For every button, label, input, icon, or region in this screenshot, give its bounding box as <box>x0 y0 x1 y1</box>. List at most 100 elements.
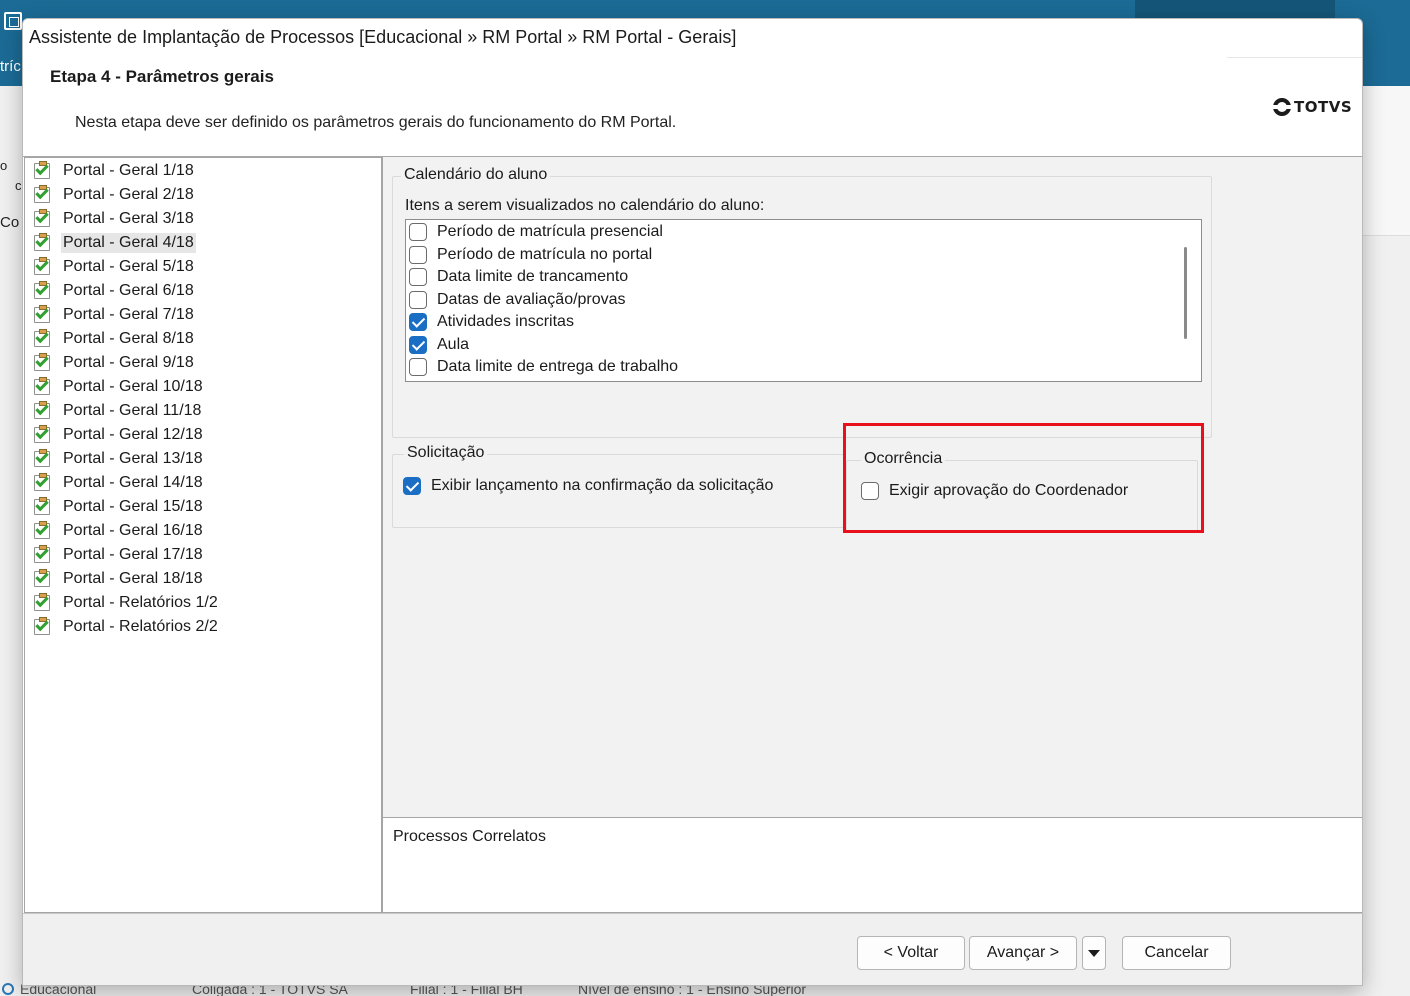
calendar-item[interactable]: Período de matrícula presencial <box>409 221 663 243</box>
step-item-label: Portal - Relatórios 1/2 <box>63 594 218 611</box>
checklist-icon <box>33 593 51 612</box>
back-button[interactable]: < Voltar <box>857 936 965 970</box>
calendar-item-label: Aula <box>437 335 470 353</box>
dialog-title: Assistente de Implantação de Processos [… <box>29 27 737 47</box>
exibir-lancamento-checkbox[interactable] <box>403 477 421 495</box>
step-title: Etapa 4 - Parâmetros gerais <box>50 67 274 86</box>
calendar-item[interactable]: Data limite de entrega de trabalho <box>409 356 678 378</box>
checklist-icon <box>33 401 51 420</box>
step-item[interactable]: Portal - Geral 15/18 <box>33 496 205 518</box>
checklist-icon <box>33 257 51 276</box>
calendar-item[interactable]: Período de matrícula no portal <box>409 244 652 266</box>
step-item-label: Portal - Geral 2/18 <box>63 186 194 203</box>
next-button[interactable]: Avançar > <box>969 936 1077 970</box>
wizard-dialog: Assistente de Implantação de Processos [… <box>22 18 1363 986</box>
step-item[interactable]: Portal - Geral 11/18 <box>33 400 203 422</box>
step-item[interactable]: Portal - Geral 9/18 <box>33 352 196 374</box>
checklist-icon <box>33 329 51 348</box>
calendar-item-label: Período de matrícula presencial <box>437 223 663 240</box>
step-item-label: Portal - Geral 16/18 <box>63 522 203 539</box>
checklist-icon <box>33 545 51 564</box>
calendar-item-checkbox[interactable] <box>409 268 427 286</box>
checklist-icon <box>33 353 51 372</box>
step-item-label: Portal - Geral 5/18 <box>63 258 194 275</box>
cancel-button[interactable]: Cancelar <box>1122 936 1231 970</box>
dialog-footer: < Voltar Avançar > Cancelar <box>23 913 1362 985</box>
checklist-icon <box>33 569 51 588</box>
calendar-item-checkbox[interactable] <box>409 223 427 241</box>
scrollbar-thumb[interactable] <box>1184 247 1187 339</box>
dialog-titlebar[interactable]: Assistente de Implantação de Processos [… <box>23 19 1362 55</box>
step-item[interactable]: Portal - Geral 13/18 <box>33 448 205 470</box>
step-item[interactable]: Portal - Geral 7/18 <box>33 304 196 326</box>
calendar-item-label: Data limite de trancamento <box>437 268 629 285</box>
step-item[interactable]: Portal - Geral 3/18 <box>33 208 196 230</box>
background-text-fragment: o <box>0 158 8 173</box>
step-item[interactable]: Portal - Geral 17/18 <box>33 544 205 566</box>
step-item-label: Portal - Geral 1/18 <box>63 162 194 179</box>
checklist-icon <box>33 617 51 636</box>
step-item-label: Portal - Geral 18/18 <box>63 570 203 587</box>
calendar-item-label: Data limite de entrega de trabalho <box>437 358 679 375</box>
status-app-icon <box>2 983 14 995</box>
solicitacao-group-title: Solicitação <box>404 444 488 462</box>
calendar-hint: Itens a serem visualizados no calendário… <box>405 197 765 214</box>
next-dropdown-button[interactable] <box>1082 936 1106 970</box>
calendar-items-list[interactable]: Período de matrícula presencial Período d… <box>405 219 1202 382</box>
exibir-lancamento-option[interactable]: Exibir lançamento na confirmação da soli… <box>403 477 773 495</box>
related-processes-panel: Processos Correlatos <box>382 817 1362 913</box>
calendar-item-checkbox[interactable] <box>409 335 427 354</box>
header-divider <box>1227 57 1362 58</box>
checklist-icon <box>33 425 51 444</box>
step-item[interactable]: Portal - Geral 6/18 <box>33 280 196 302</box>
checklist-icon <box>33 185 51 204</box>
background-text-fragment: c <box>15 178 22 193</box>
step-item[interactable]: Portal - Geral 10/18 <box>33 376 205 398</box>
calendar-item-checkbox[interactable] <box>409 290 427 309</box>
steps-list[interactable]: Portal - Geral 1/18 Portal - Geral 2/18 Po… <box>24 157 382 913</box>
step-item[interactable]: Portal - Relatórios 1/2 <box>33 592 220 614</box>
step-item-label: Portal - Geral 9/18 <box>63 354 194 371</box>
step-description: Nesta etapa deve ser definido os parâmet… <box>75 114 677 131</box>
step-item-label: Portal - Geral 15/18 <box>63 498 203 515</box>
calendar-item[interactable]: Atividades inscritas <box>409 311 574 333</box>
checklist-icon <box>33 161 51 180</box>
step-item-label: Portal - Geral 11/18 <box>63 402 202 419</box>
step-item[interactable]: Portal - Geral 12/18 <box>33 424 205 446</box>
calendar-item-checkbox[interactable] <box>409 245 427 264</box>
step-item-label: Portal - Geral 14/18 <box>63 474 203 491</box>
calendar-item[interactable]: Aula <box>409 334 469 356</box>
step-item-label: Portal - Geral 12/18 <box>63 426 203 443</box>
step-item-label: Portal - Geral 17/18 <box>63 546 203 563</box>
step-item[interactable]: Portal - Relatórios 2/2 <box>33 616 220 638</box>
checklist-icon <box>33 233 51 252</box>
step-item[interactable]: Portal - Geral 8/18 <box>33 328 196 350</box>
calendar-item[interactable]: Data limite de trancamento <box>409 266 628 288</box>
background-text-fragment: tríc <box>0 58 21 75</box>
checklist-icon <box>33 305 51 324</box>
step-item[interactable]: Portal - Geral 5/18 <box>33 256 196 278</box>
calendar-item-label: Datas de avaliação/provas <box>437 290 626 308</box>
step-item[interactable]: Portal - Geral 4/18 <box>33 232 196 254</box>
app-grid-icon[interactable] <box>4 12 22 30</box>
calendar-item-checkbox[interactable] <box>409 313 427 331</box>
related-processes-title: Processos Correlatos <box>393 828 546 845</box>
step-item-label: Portal - Geral 6/18 <box>63 282 194 299</box>
step-item-label: Portal - Geral 10/18 <box>63 378 203 395</box>
step-item-label: Portal - Geral 13/18 <box>63 450 203 467</box>
calendar-item[interactable]: Datas de avaliação/provas <box>409 289 626 311</box>
checklist-icon <box>33 521 51 540</box>
step-item[interactable]: Portal - Geral 14/18 <box>33 472 205 494</box>
step-item-label: Portal - Geral 4/18 <box>61 233 196 253</box>
step-item[interactable]: Portal - Geral 16/18 <box>33 520 205 542</box>
step-item-label: Portal - Relatórios 2/2 <box>63 618 218 635</box>
totvs-logo: TOTVS <box>1272 97 1352 117</box>
exibir-lancamento-label: Exibir lançamento na confirmação da soli… <box>431 477 774 494</box>
checklist-icon <box>33 473 51 492</box>
step-item[interactable]: Portal - Geral 18/18 <box>33 568 205 590</box>
step-item[interactable]: Portal - Geral 1/18 <box>33 160 196 182</box>
background-right-panel <box>1362 86 1410 236</box>
calendar-item-checkbox[interactable] <box>409 358 427 376</box>
step-item[interactable]: Portal - Geral 2/18 <box>33 184 196 206</box>
checklist-icon <box>33 209 51 228</box>
